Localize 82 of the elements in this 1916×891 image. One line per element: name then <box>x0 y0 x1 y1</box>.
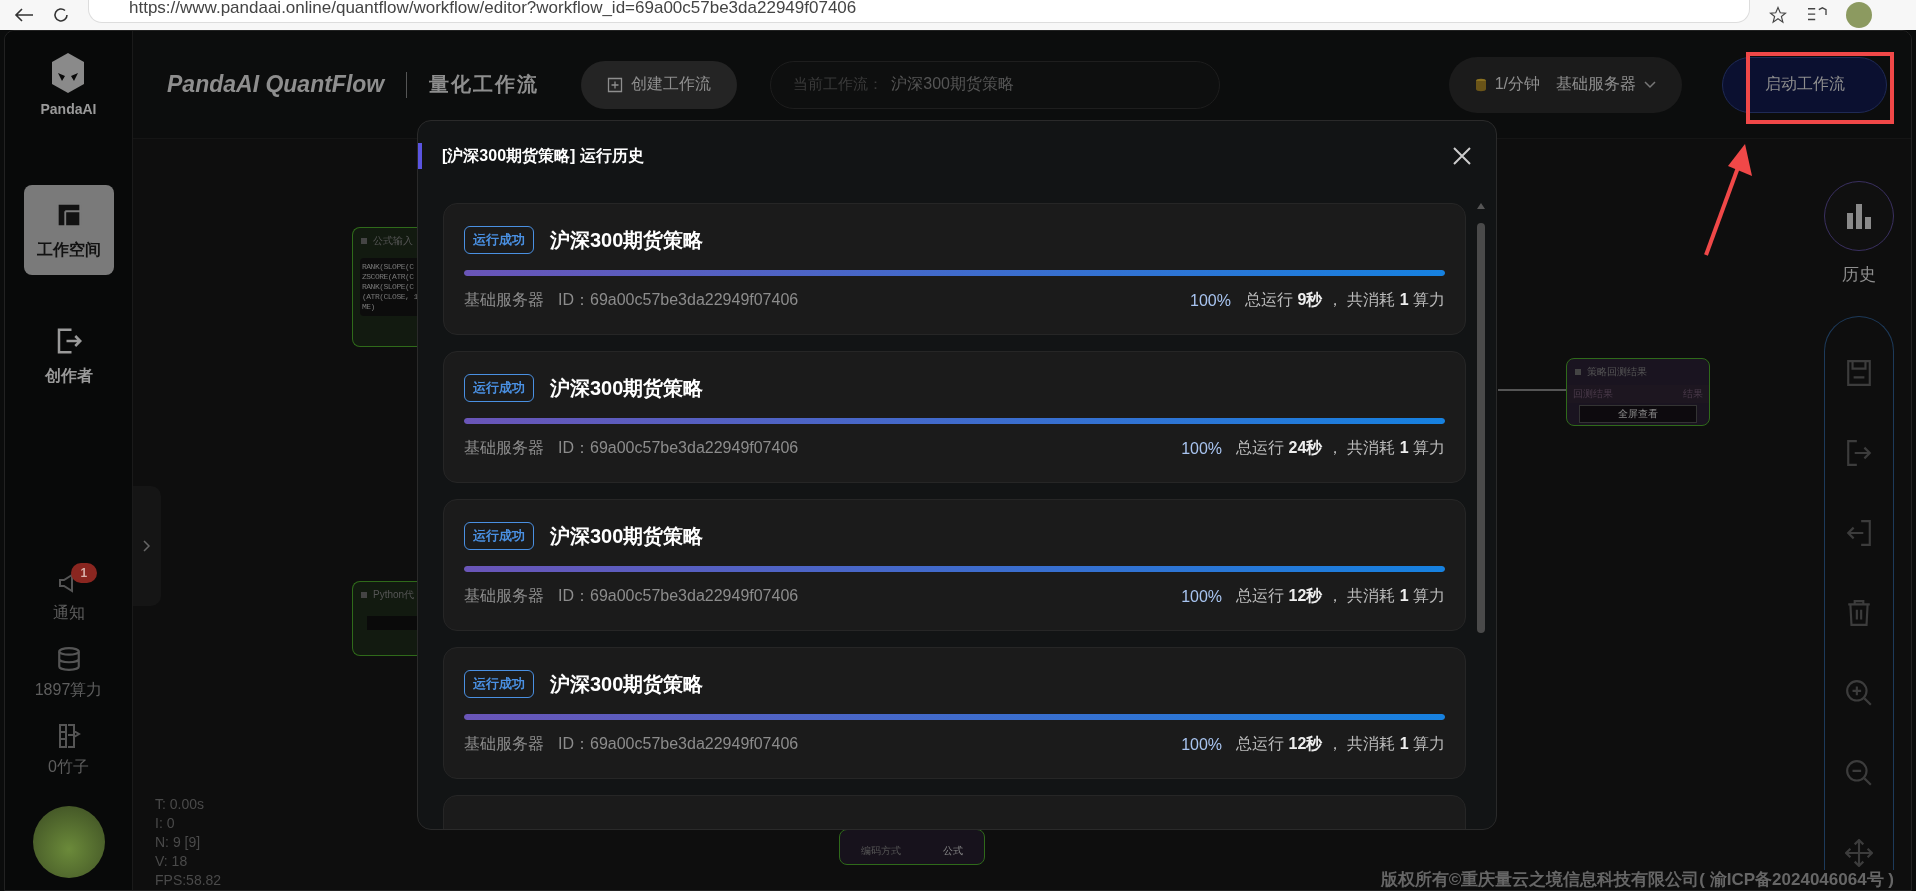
progress-percent: 100% <box>1181 587 1223 606</box>
nav-item[interactable]: 创作者 <box>23 311 114 401</box>
code-line: ZSCORE(ATR(C <box>362 272 415 282</box>
fullscreen-button[interactable]: 全屏查看 <box>1579 405 1697 423</box>
progress-percent: 100% <box>1181 439 1223 458</box>
bar-chart-icon <box>1846 203 1872 229</box>
run-id: ID：69a00c57be3da22949f07406 <box>558 586 799 606</box>
run-name: 沪深300期货策略 <box>550 671 704 697</box>
debug-stat: V: 18 <box>155 852 189 871</box>
run-id: ID：69a00c57be3da22949f07406 <box>558 734 799 754</box>
export-icon[interactable] <box>1846 439 1872 467</box>
zoom-in-icon[interactable] <box>1845 679 1873 707</box>
run-summary: 总运行 9秒 ， 共消耗 1 算力 <box>1244 290 1445 310</box>
close-icon[interactable] <box>1452 146 1472 166</box>
status-tag: 运行成功 <box>464 226 534 254</box>
code-input-bar[interactable] <box>367 616 419 630</box>
chevron-right-icon <box>143 540 151 552</box>
create-workflow-button[interactable]: 创建工作流 <box>581 60 738 109</box>
nav-label[interactable]: 通知 <box>52 603 85 624</box>
nav-label[interactable]: 1897算力 <box>34 680 103 701</box>
chevron-down-icon <box>1644 80 1656 89</box>
scrollbar-thumb[interactable] <box>1477 223 1485 633</box>
server-name: 基础服务器 <box>464 734 544 754</box>
node-title: Python代 <box>373 588 415 602</box>
run-name: 沪深300期货策略 <box>550 375 704 401</box>
progress-percent: 100% <box>1190 291 1231 310</box>
save-icon[interactable] <box>1846 359 1872 387</box>
run-summary: 总运行 24秒 ， 共消耗 1 算力 <box>1236 438 1445 458</box>
progress-percent: 100% <box>1181 735 1223 754</box>
dialog-title: [沪深300期货策略] 运行历史 <box>418 143 644 169</box>
collapse-handle[interactable] <box>133 486 161 606</box>
run-card[interactable]: 运行成功 沪深300期货策略 基础服务器 ID：69a00c57be3da22949f07406 100% 总运行 9秒 ， 共消耗 1 算力 <box>443 203 1466 335</box>
status-tag: 运行成功 <box>464 670 534 698</box>
coins-icon <box>55 646 82 672</box>
code-line: RANK(SLOPE(C <box>362 282 415 292</box>
nav-label[interactable]: 0竹子 <box>48 757 89 778</box>
app-subtitle: 量化工作流 <box>429 72 540 97</box>
status-tag: 运行成功 <box>464 522 534 550</box>
copyright-text: 版权所有©重庆量云之境信息科技有限公司( 渝ICP备2024046064号 ) <box>1380 870 1894 890</box>
node-title: 公式输入 <box>373 234 413 248</box>
run-summary: 总运行 12秒 ， 共消耗 1 算力 <box>1236 586 1445 606</box>
run-card[interactable]: 运行成功 沪深300期货策略 基础服务器 ID：69a00c57be3da22949f07406 100% 总运行 12秒 ， 共消耗 1 算力 <box>443 499 1466 631</box>
square-icon <box>361 238 367 244</box>
server-selector[interactable]: 1/分钟 基础服务器 <box>1448 56 1682 113</box>
square-icon <box>361 592 367 598</box>
import-icon[interactable] <box>1846 519 1872 547</box>
run-id: ID：69a00c57be3da22949f07406 <box>558 438 799 458</box>
move-icon[interactable] <box>1845 839 1873 867</box>
app-title: PandaAI QuantFlow <box>167 71 385 98</box>
code-line: RANK(SLOPE(C <box>362 262 415 272</box>
scroll-up-icon[interactable] <box>1477 203 1485 209</box>
notification-badge: 1 <box>70 563 98 583</box>
run-summary: 总运行 12秒 ， 共消耗 1 算力 <box>1236 734 1445 754</box>
address-bar[interactable]: https://www.pandaai.online/quantflow/workflow/editor?workflow_id=69a00c57be3da22949f07406 <box>88 0 1750 23</box>
trash-icon[interactable] <box>1846 599 1872 627</box>
run-name: 沪深300期货策略 <box>550 227 704 253</box>
code-line: ME) <box>362 302 376 312</box>
run-card[interactable]: 运行成功 沪深300期货策略 基础服务器 ID：69a00c57be3da22949f07406 100% 总运行 24秒 ， 共消耗 1 算力 <box>443 351 1466 483</box>
run-id: ID：69a00c57be3da22949f07406 <box>558 290 799 310</box>
reload-icon[interactable] <box>52 7 70 23</box>
server-name: 基础服务器 <box>464 290 544 310</box>
bamboo-icon <box>56 723 81 749</box>
server-name: 基础服务器 <box>464 586 544 606</box>
run-name: 沪深300期货策略 <box>550 523 704 549</box>
history-label: 历史 <box>1842 264 1876 286</box>
option-value: 公式 <box>943 844 963 858</box>
debug-stat: N: 9 [9] <box>155 833 202 852</box>
debug-stat: FPS:58.82 <box>155 871 222 890</box>
square-icon <box>1575 369 1581 375</box>
status-tag: 运行成功 <box>464 374 534 402</box>
connector-line <box>1498 389 1568 391</box>
debug-stat: T: 0.00s <box>155 795 206 814</box>
back-icon[interactable] <box>14 7 34 23</box>
logo-text: PandaAI <box>40 101 97 117</box>
start-workflow-button[interactable]: 启动工作流 <box>1722 56 1887 113</box>
server-name: 基础服务器 <box>464 438 544 458</box>
run-card[interactable]: 运行成功 沪深300期货策略 基础服务器 ID：69a00c57be3da22949f07406 100% 总运行 12秒 ， 共消耗 1 算力 <box>443 647 1466 779</box>
nav-item[interactable]: 工作空间 <box>23 185 114 275</box>
zoom-out-icon[interactable] <box>1845 759 1873 787</box>
star-icon[interactable] <box>1768 6 1788 24</box>
profile-avatar[interactable] <box>1846 2 1872 28</box>
coins-icon <box>1474 77 1487 92</box>
